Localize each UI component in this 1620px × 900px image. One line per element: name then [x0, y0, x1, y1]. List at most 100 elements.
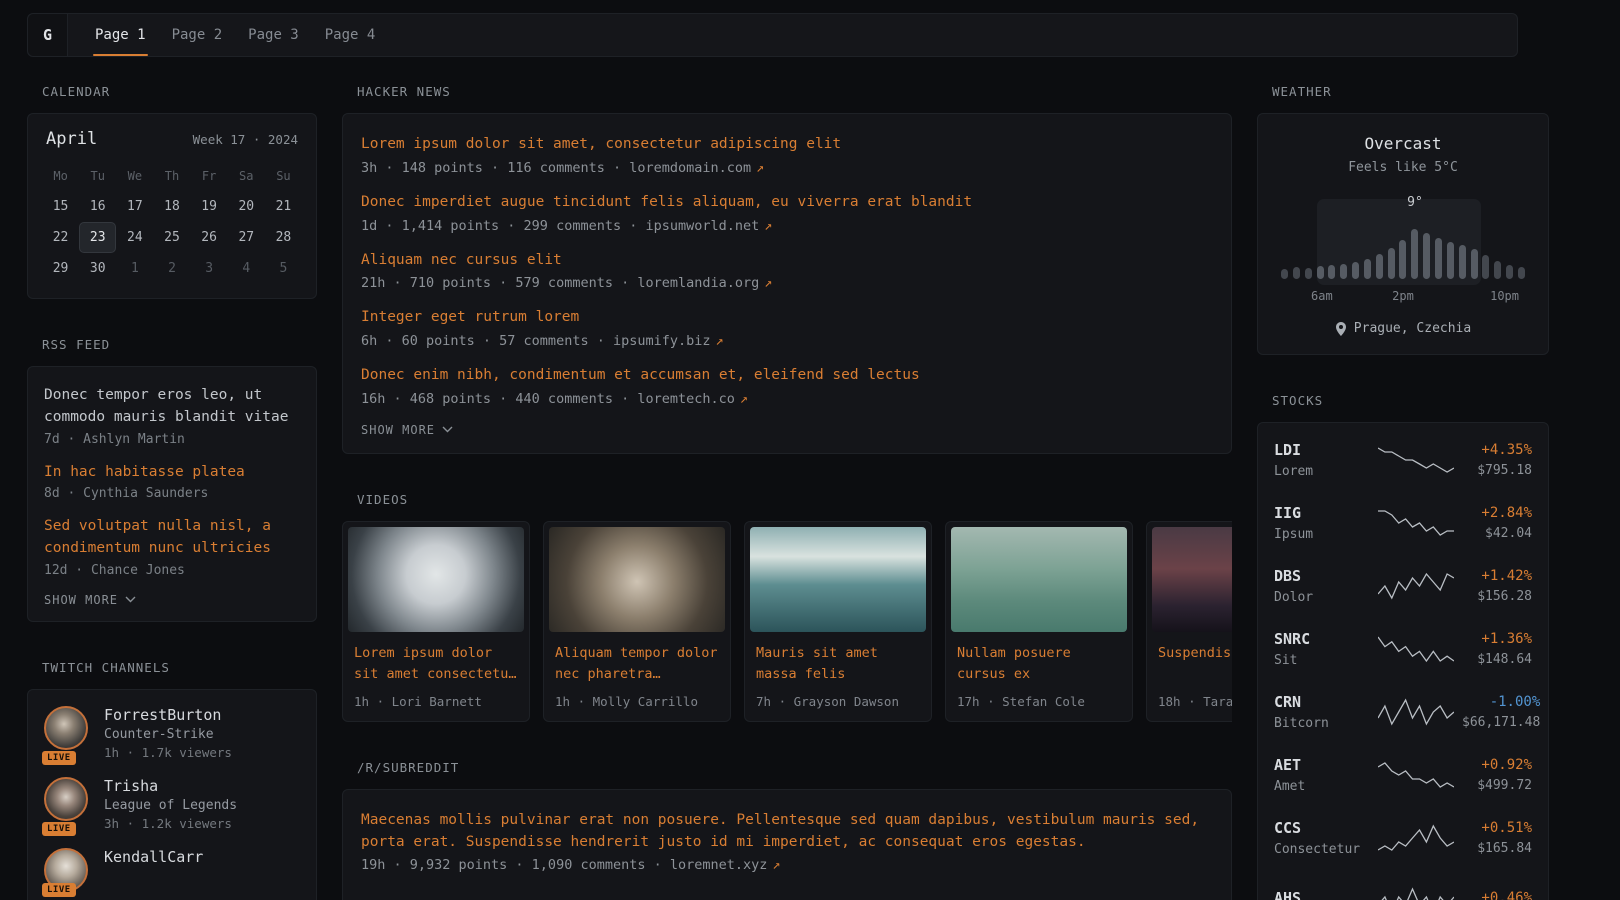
calendar-date[interactable]: 4: [228, 253, 265, 284]
weather-widget: Weather Overcast Feels like 5°C 9° 6am2p…: [1257, 84, 1549, 355]
channel-name[interactable]: ForrestBurton: [104, 706, 232, 724]
calendar-date[interactable]: 30: [79, 253, 116, 284]
video-meta: 7h · Grayson Dawson: [756, 694, 920, 709]
news-item-domain[interactable]: loremdomain.com: [629, 160, 751, 176]
video-card[interactable]: Suspendisse diam 18h · Tara: [1146, 521, 1232, 722]
subreddit-post-domain[interactable]: loremnet.xyz: [670, 857, 768, 873]
calendar-date[interactable]: 26: [191, 222, 228, 253]
twitch-channel[interactable]: LIVE Trisha League of Legends 3h · 1.2k …: [44, 777, 300, 831]
weather-location: Prague, Czechia: [1276, 321, 1530, 336]
chevron-down-icon: [442, 426, 453, 433]
stock-row[interactable]: AHS +0.46%: [1258, 869, 1548, 900]
app-logo[interactable]: G: [28, 14, 68, 56]
calendar-date[interactable]: 21: [265, 191, 302, 222]
stock-row[interactable]: CRN Bitcorn -1.00% $66,171.48: [1258, 680, 1548, 743]
calendar-date[interactable]: 24: [116, 222, 153, 253]
stock-symbol: SNRC: [1274, 630, 1370, 648]
stock-sparkline: [1378, 634, 1454, 664]
calendar-date[interactable]: 5: [265, 253, 302, 284]
videos-widget-title: Videos: [357, 492, 1232, 507]
weather-bars: [1281, 229, 1525, 279]
page-tab[interactable]: Page 2: [159, 14, 236, 56]
video-thumbnail[interactable]: [549, 527, 725, 632]
rss-item-title[interactable]: Sed volutpat nulla nisl, a condimentum n…: [44, 516, 300, 560]
live-badge: LIVE: [42, 822, 76, 836]
stock-row[interactable]: AET Amet +0.92% $499.72: [1258, 743, 1548, 806]
calendar-date[interactable]: 28: [265, 222, 302, 253]
rss-item-title[interactable]: In hac habitasse platea: [44, 462, 300, 484]
video-title[interactable]: Nullam posuere cursus ex: [957, 643, 1121, 685]
dashboard: G Page 1 Page 2 Page 3 Page 4 Calendar A…: [0, 0, 1518, 900]
video-meta: 1h · Molly Carrillo: [555, 694, 719, 709]
hacker-news-show-more-button[interactable]: SHOW MORE: [361, 423, 453, 437]
news-item-title[interactable]: Donec imperdiet augue tincidunt felis al…: [361, 192, 1213, 214]
news-item-title[interactable]: Aliquam nec cursus elit: [361, 250, 1213, 272]
stock-price: $148.64: [1462, 652, 1532, 667]
rss-item: Sed volutpat nulla nisl, a condimentum n…: [44, 516, 300, 578]
calendar-week: Week 17 · 2024: [193, 132, 298, 147]
rss-item-title[interactable]: Donec tempor eros leo, ut commodo mauris…: [44, 385, 300, 429]
stock-id: AHS: [1274, 889, 1370, 900]
calendar-date[interactable]: 29: [42, 253, 79, 284]
stock-row[interactable]: IIG Ipsum +2.84% $42.04: [1258, 491, 1548, 554]
video-title[interactable]: Aliquam tempor dolor nec pharetra…: [555, 643, 719, 685]
page-tab[interactable]: Page 3: [235, 14, 312, 56]
stock-name: Amet: [1274, 779, 1370, 794]
video-title[interactable]: Suspendisse diam: [1158, 643, 1232, 685]
news-item: Lorem ipsum dolor sit amet, consectetur …: [361, 134, 1213, 176]
calendar-date[interactable]: 18: [153, 191, 190, 222]
calendar-date[interactable]: 15: [42, 191, 79, 222]
calendar-date[interactable]: 27: [228, 222, 265, 253]
twitch-channel[interactable]: LIVE KendallCarr: [44, 848, 300, 892]
stock-price: $795.18: [1462, 463, 1532, 478]
calendar-date[interactable]: 2: [153, 253, 190, 284]
rss-show-more-button[interactable]: SHOW MORE: [44, 593, 136, 607]
stock-row[interactable]: SNRC Sit +1.36% $148.64: [1258, 617, 1548, 680]
calendar-date[interactable]: 19: [191, 191, 228, 222]
channel-name[interactable]: KendallCarr: [104, 848, 203, 866]
top-nav: G Page 1 Page 2 Page 3 Page 4: [27, 13, 1518, 57]
calendar-date[interactable]: 17: [116, 191, 153, 222]
news-item-title[interactable]: Donec enim nibh, condimentum et accumsan…: [361, 365, 1213, 387]
calendar-date[interactable]: 25: [153, 222, 190, 253]
video-card[interactable]: Nullam posuere cursus ex 17h · Stefan Co…: [945, 521, 1133, 722]
video-thumbnail[interactable]: [1152, 527, 1232, 632]
video-thumbnail[interactable]: [951, 527, 1127, 632]
channel-game: Counter-Strike: [104, 727, 232, 742]
channel-name[interactable]: Trisha: [104, 777, 237, 795]
stock-row[interactable]: CCS Consectetur +0.51% $165.84: [1258, 806, 1548, 869]
stock-sparkline: [1378, 886, 1454, 900]
calendar-date[interactable]: 1: [116, 253, 153, 284]
video-body: Aliquam tempor dolor nec pharetra… 1h · …: [544, 637, 730, 721]
calendar-day-names: MoTuWeThFrSaSu: [42, 163, 302, 191]
stock-price: $156.28: [1462, 589, 1532, 604]
calendar-date[interactable]: 23: [79, 222, 116, 253]
video-card[interactable]: Lorem ipsum dolor sit amet consectetu… 1…: [342, 521, 530, 722]
stock-row[interactable]: DBS Dolor +1.42% $156.28: [1258, 554, 1548, 617]
rss-widget-title: RSS Feed: [42, 337, 317, 352]
page-tab[interactable]: Page 4: [312, 14, 389, 56]
stocks-widget-title: Stocks: [1272, 393, 1549, 408]
stock-row[interactable]: LDI Lorem +4.35% $795.18: [1258, 428, 1548, 491]
calendar-date[interactable]: 16: [79, 191, 116, 222]
calendar-date[interactable]: 22: [42, 222, 79, 253]
news-item-domain[interactable]: loremlandia.org: [637, 275, 759, 291]
video-body: Lorem ipsum dolor sit amet consectetu… 1…: [343, 637, 529, 721]
subreddit-post-title[interactable]: Maecenas mollis pulvinar erat non posuer…: [361, 810, 1213, 854]
video-title[interactable]: Mauris sit amet massa felis: [756, 643, 920, 685]
video-card[interactable]: Mauris sit amet massa felis 7h · Grayson…: [744, 521, 932, 722]
video-title[interactable]: Lorem ipsum dolor sit amet consectetu…: [354, 643, 518, 685]
news-item-domain[interactable]: ipsumworld.net: [645, 218, 759, 234]
news-item-domain[interactable]: loremtech.co: [637, 391, 735, 407]
video-thumbnail[interactable]: [348, 527, 524, 632]
news-item-domain[interactable]: ipsumify.biz: [613, 333, 711, 349]
news-item-title[interactable]: Lorem ipsum dolor sit amet, consectetur …: [361, 134, 1213, 156]
news-item-title[interactable]: Integer eget rutrum lorem: [361, 307, 1213, 329]
video-card[interactable]: Aliquam tempor dolor nec pharetra… 1h · …: [543, 521, 731, 722]
video-thumbnail[interactable]: [750, 527, 926, 632]
page-tab[interactable]: Page 1: [82, 14, 159, 56]
calendar-header: April Week 17 · 2024: [42, 129, 302, 149]
calendar-date[interactable]: 20: [228, 191, 265, 222]
calendar-date[interactable]: 3: [191, 253, 228, 284]
twitch-channel[interactable]: LIVE ForrestBurton Counter-Strike 1h · 1…: [44, 706, 300, 760]
